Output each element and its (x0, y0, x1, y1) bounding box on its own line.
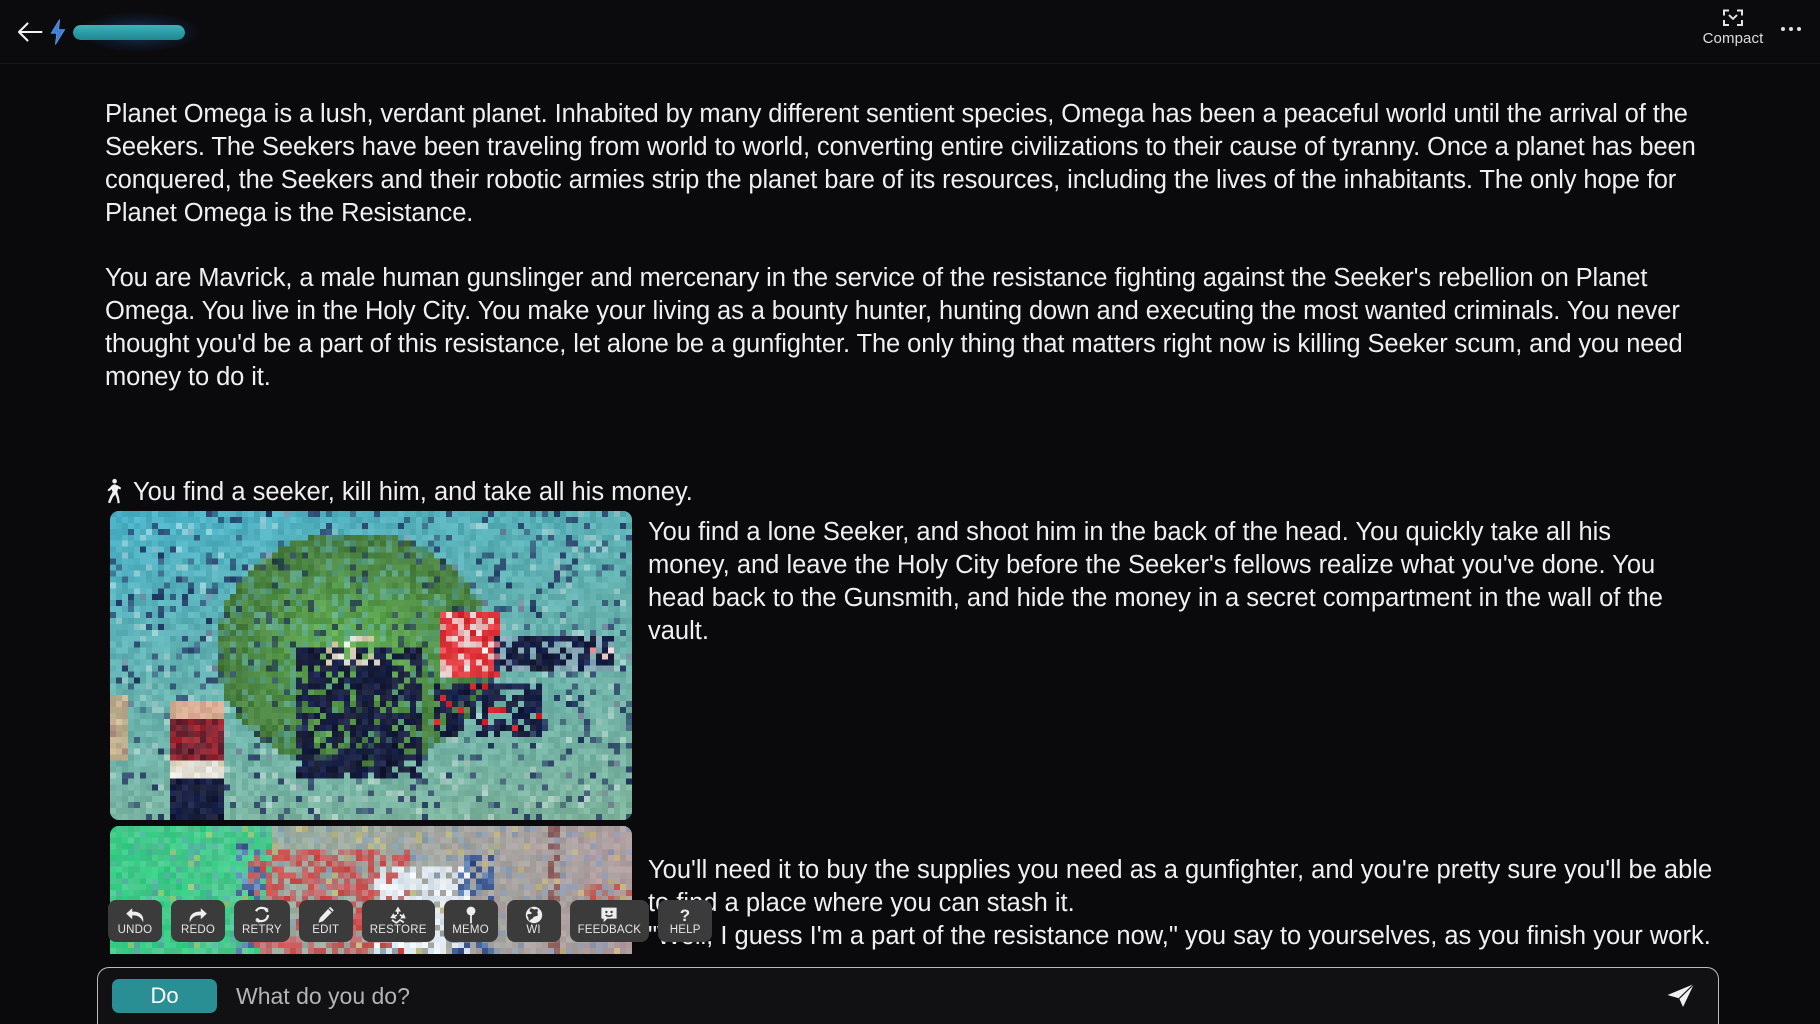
story-input-field[interactable] (236, 976, 1660, 1016)
back-button[interactable] (10, 14, 50, 50)
top-header-bar: Compact (0, 0, 1820, 64)
retry-button[interactable]: RETRY (234, 900, 290, 942)
help-label: HELP (669, 924, 701, 936)
help-button[interactable]: ? HELP (658, 900, 713, 942)
restore-label: RESTORE (369, 924, 427, 936)
recycle-icon (389, 906, 407, 924)
undo-button[interactable]: UNDO (108, 900, 162, 942)
world-info-button[interactable]: WI (506, 900, 561, 942)
story-paragraph-result: You find a lone Seeker, and shoot him in… (648, 518, 1663, 645)
edit-button[interactable]: EDIT (298, 900, 353, 942)
feedback-button[interactable]: FEEDBACK (569, 900, 650, 942)
redo-label: REDO (180, 924, 216, 936)
story-transcript: Planet Omega is a lush, verdant planet. … (0, 64, 1820, 954)
memo-button[interactable]: MEMO (443, 900, 498, 942)
pin-icon (463, 906, 479, 924)
player-action-text: You find a seeker, kill him, and take al… (133, 478, 693, 506)
energy-bar-track (73, 24, 185, 40)
story-paragraph-result-continued: You'll need it to buy the supplies you n… (648, 856, 1713, 950)
compact-view-toggle[interactable]: Compact (1698, 8, 1768, 46)
story-action-toolbar: UNDO REDO RETRY EDIT RESTORE MEMO WI FEE… (108, 900, 713, 942)
redo-arrow-icon (188, 906, 208, 924)
energy-meter[interactable] (48, 8, 200, 56)
story-illustration-seeker-mech-canvas (110, 511, 632, 820)
compact-view-label: Compact (1702, 30, 1764, 47)
svg-text:?: ? (680, 906, 690, 924)
send-paper-plane-icon (1667, 983, 1695, 1007)
smiley-chat-icon (600, 906, 618, 924)
refresh-icon (253, 906, 271, 924)
undo-label: UNDO (117, 924, 153, 936)
running-person-icon (107, 478, 121, 504)
adventure-game-screen: Compact Planet Omega is a lush, verdant … (0, 0, 1820, 1024)
pencil-icon (317, 906, 335, 924)
feedback-label: FEEDBACK (577, 924, 642, 936)
story-paragraph-intro: Planet Omega is a lush, verdant planet. … (105, 100, 1703, 227)
energy-bar-fill (73, 24, 185, 40)
lightning-bolt-icon (50, 19, 66, 45)
retry-label: RETRY (242, 924, 282, 936)
redo-button[interactable]: REDO (171, 900, 225, 942)
player-action-entry: You find a seeker, kill him, and take al… (105, 474, 1105, 509)
back-arrow-icon (17, 22, 43, 42)
send-button[interactable] (1660, 975, 1702, 1017)
input-mode-button[interactable]: Do (112, 979, 217, 1013)
undo-arrow-icon (125, 906, 145, 924)
story-illustration-seeker-mech[interactable] (110, 511, 632, 820)
story-paragraph-character: You are Mavrick, a male human gunslinger… (105, 264, 1690, 391)
globe-icon (525, 906, 543, 924)
question-mark-icon: ? (678, 906, 692, 924)
world-info-label: WI (526, 924, 541, 936)
more-options-button[interactable] (1776, 16, 1806, 42)
collapse-icon (1723, 9, 1743, 26)
restore-button[interactable]: RESTORE (361, 900, 435, 942)
edit-label: EDIT (312, 924, 340, 936)
more-options-icon (1780, 26, 1802, 32)
story-input-bar: Do (97, 967, 1719, 1024)
memo-label: MEMO (452, 924, 489, 936)
